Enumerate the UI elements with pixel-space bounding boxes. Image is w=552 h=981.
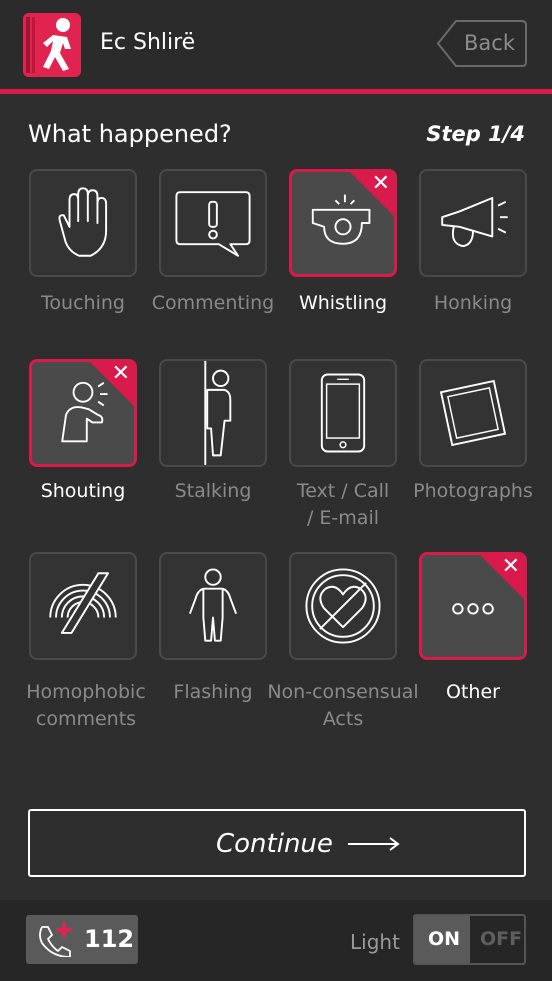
option-homophobic-comments[interactable] xyxy=(29,552,137,660)
option-whistling[interactable]: ✕ xyxy=(289,169,397,277)
option-label-text-call-email: Text / Call / E-mail xyxy=(296,480,390,529)
photo-icon xyxy=(439,379,507,447)
toggle-off-option[interactable]: OFF xyxy=(470,916,524,963)
option-text-call-email[interactable] xyxy=(289,359,397,467)
option-label-flashing: Flashing xyxy=(173,681,253,703)
light-toggle[interactable]: ON OFF xyxy=(413,914,526,965)
option-non-consensual-acts[interactable] xyxy=(289,552,397,660)
option-label-shouting: Shouting xyxy=(40,480,126,502)
back-button[interactable]: Back xyxy=(436,20,527,67)
option-label-commenting: Commenting xyxy=(151,292,275,314)
deselect-icon[interactable]: ✕ xyxy=(112,362,130,388)
emergency-number: 112 xyxy=(84,925,135,953)
toggle-on-option[interactable]: ON xyxy=(415,916,470,963)
option-touching[interactable] xyxy=(29,169,137,277)
footer-bar: 112 Light ON OFF xyxy=(0,900,552,981)
step-indicator: Step 1/4 xyxy=(426,122,525,146)
option-honking[interactable] xyxy=(419,169,527,277)
deselect-icon[interactable]: ✕ xyxy=(372,172,390,198)
continue-label: Continue xyxy=(216,829,333,859)
option-photographs[interactable] xyxy=(419,359,527,467)
deselect-icon[interactable]: ✕ xyxy=(502,555,520,581)
option-other[interactable]: ✕ xyxy=(419,552,527,660)
emergency-call-button[interactable]: 112 xyxy=(26,915,138,964)
continue-button[interactable]: Continue xyxy=(28,809,526,877)
app-title: Ec Shlirë xyxy=(100,30,196,55)
crossed-rainbow-icon xyxy=(49,572,117,634)
toggle-off-label: OFF xyxy=(480,928,523,950)
option-commenting[interactable] xyxy=(159,169,267,277)
speech-exclamation-icon xyxy=(175,191,251,257)
walking-person-logo-icon xyxy=(23,13,81,77)
person-icon xyxy=(188,568,238,642)
option-flashing[interactable] xyxy=(159,552,267,660)
toggle-on-label: ON xyxy=(428,928,461,950)
option-label-non-consensual-acts: Non-consensual Acts xyxy=(267,681,419,730)
option-label-homophobic-comments: Homophobic comments xyxy=(26,681,146,730)
app-header: Ec Shlirë Back xyxy=(0,0,552,90)
stalker-icon xyxy=(204,361,232,465)
option-shouting[interactable]: ✕ xyxy=(29,359,137,467)
option-label-photographs: Photographs xyxy=(413,480,533,502)
phone-emergency-icon xyxy=(39,923,71,957)
question-heading: What happened? xyxy=(28,120,232,148)
arrow-right-icon xyxy=(348,837,400,851)
light-label: Light xyxy=(350,930,400,954)
back-label: Back xyxy=(464,31,515,55)
hand-icon xyxy=(58,187,108,257)
crossed-heart-icon xyxy=(305,568,381,644)
option-label-whistling: Whistling xyxy=(298,292,388,314)
option-label-touching: Touching xyxy=(41,292,125,314)
option-label-other: Other xyxy=(446,681,500,703)
phone-icon xyxy=(320,373,366,453)
option-label-stalking: Stalking xyxy=(174,480,252,502)
header-divider xyxy=(0,89,552,94)
option-label-honking: Honking xyxy=(433,292,513,314)
option-stalking[interactable] xyxy=(159,359,267,467)
horn-icon xyxy=(441,197,508,248)
